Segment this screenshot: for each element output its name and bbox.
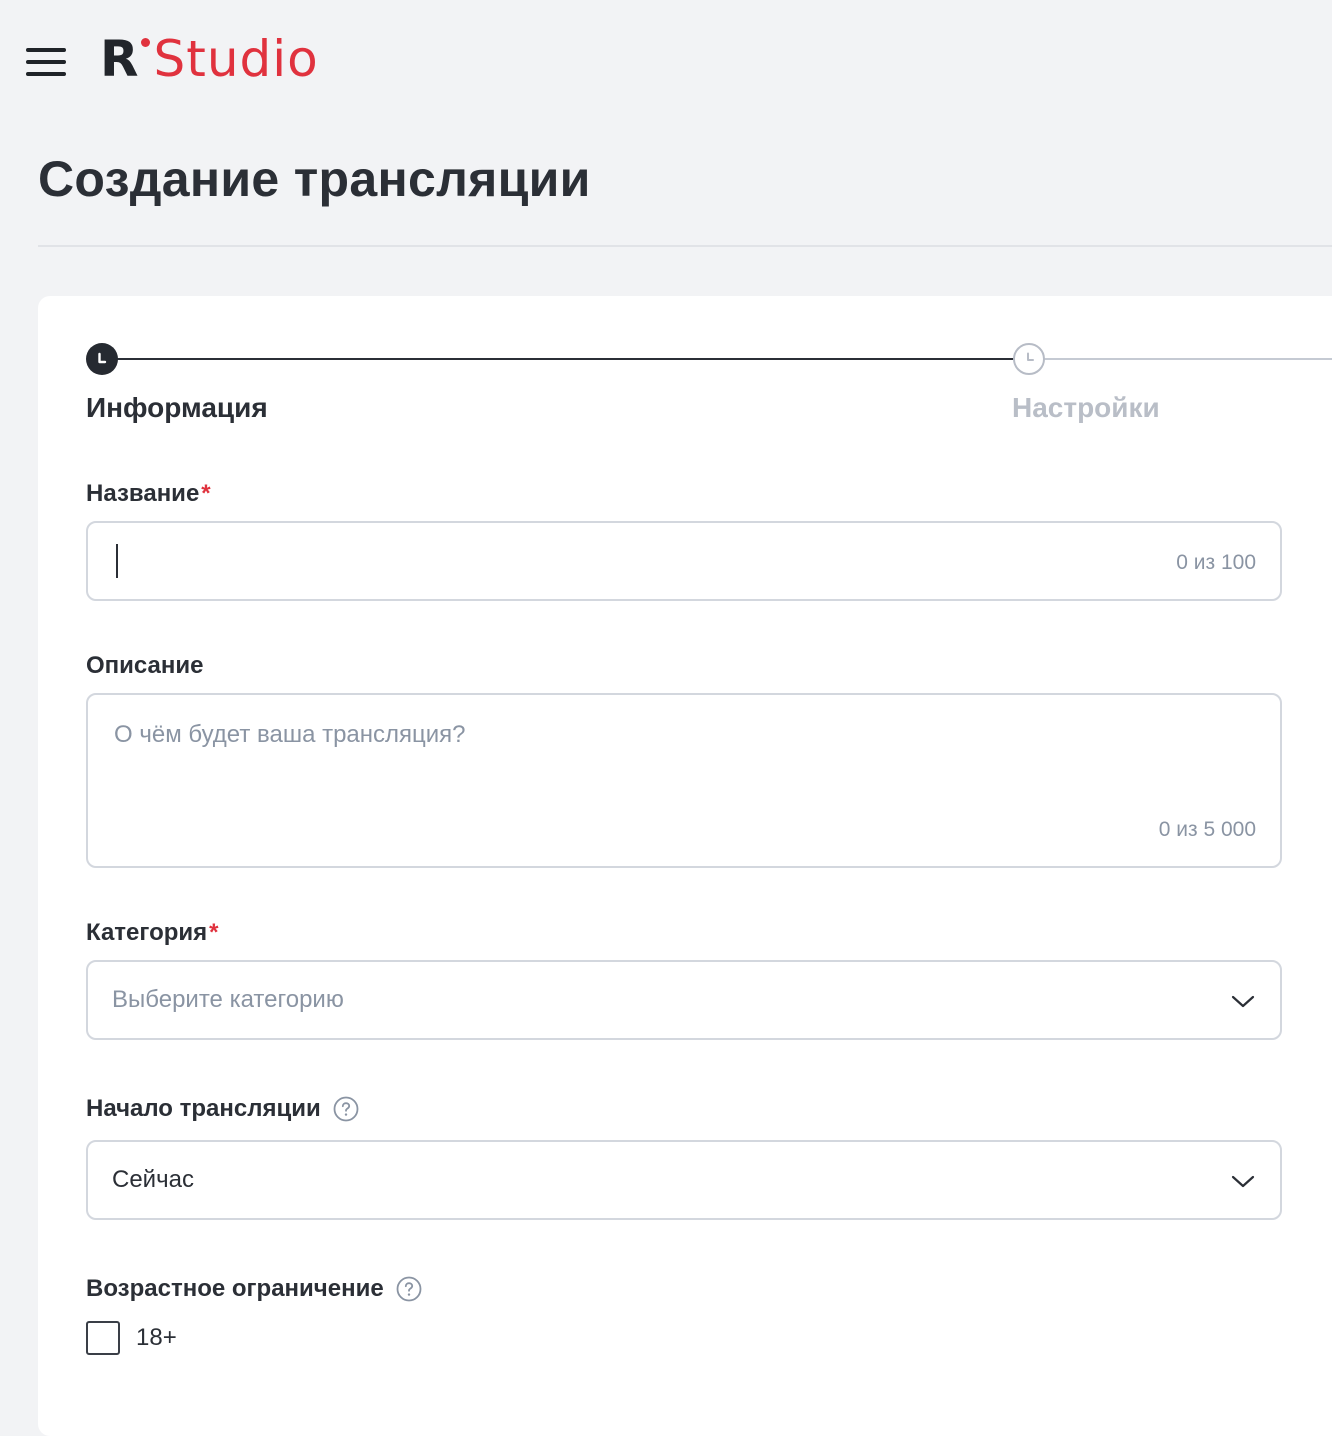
app-header: R Studio (0, 0, 1332, 124)
description-char-counter: 0 из 5 000 (1158, 818, 1256, 841)
rstudio-logo[interactable]: R Studio (100, 30, 319, 90)
start-label: Начало трансляции (86, 1095, 359, 1123)
question-circle-icon[interactable] (333, 1096, 359, 1122)
age-18-checkbox[interactable] (86, 1321, 120, 1355)
age-18-label[interactable]: 18+ (136, 1324, 177, 1352)
page-title: Создание трансляции (38, 151, 591, 207)
start-value: Сейчас (112, 1166, 194, 1193)
step-information-clock-icon[interactable] (86, 343, 118, 375)
start-select[interactable]: Сейчас (86, 1140, 1282, 1220)
chevron-down-icon (1231, 1175, 1255, 1188)
stepper-line-completed (104, 358, 1014, 360)
logo-r: R (100, 30, 150, 88)
description-label-text: Описание (86, 652, 204, 679)
step-settings-clock-icon[interactable] (1013, 343, 1045, 375)
description-label: Описание (86, 652, 204, 680)
name-label-text: Название (86, 480, 200, 507)
required-mark: * (201, 480, 211, 507)
name-char-counter: 0 из 100 (1176, 551, 1256, 574)
title-divider (38, 245, 1332, 247)
step-label-information[interactable]: Информация (86, 392, 268, 424)
hamburger-menu-icon[interactable] (24, 44, 68, 80)
description-box[interactable]: 0 из 5 000 (86, 693, 1282, 868)
category-label-text: Категория (86, 919, 208, 946)
age-restriction-label-text: Возрастное ограничение (86, 1275, 384, 1302)
start-label-text: Начало трансляции (86, 1095, 321, 1122)
required-mark: * (209, 919, 219, 946)
logo-dot (140, 38, 150, 47)
category-placeholder: Выберите категорию (112, 986, 344, 1013)
name-input[interactable] (112, 541, 1136, 583)
category-select[interactable]: Выберите категорию (86, 960, 1282, 1040)
name-label: Название * (86, 480, 211, 508)
step-label-settings[interactable]: Настройки (1012, 392, 1160, 424)
category-label: Категория * (86, 919, 219, 947)
question-circle-icon[interactable] (396, 1276, 422, 1302)
name-input-box[interactable]: 0 из 100 (86, 521, 1282, 601)
age-restriction-label: Возрастное ограничение (86, 1275, 422, 1303)
logo-studio: Studio (153, 30, 319, 88)
chevron-down-icon (1231, 995, 1255, 1008)
stepper-line-pending (1044, 358, 1332, 360)
description-textarea[interactable] (112, 719, 1256, 803)
